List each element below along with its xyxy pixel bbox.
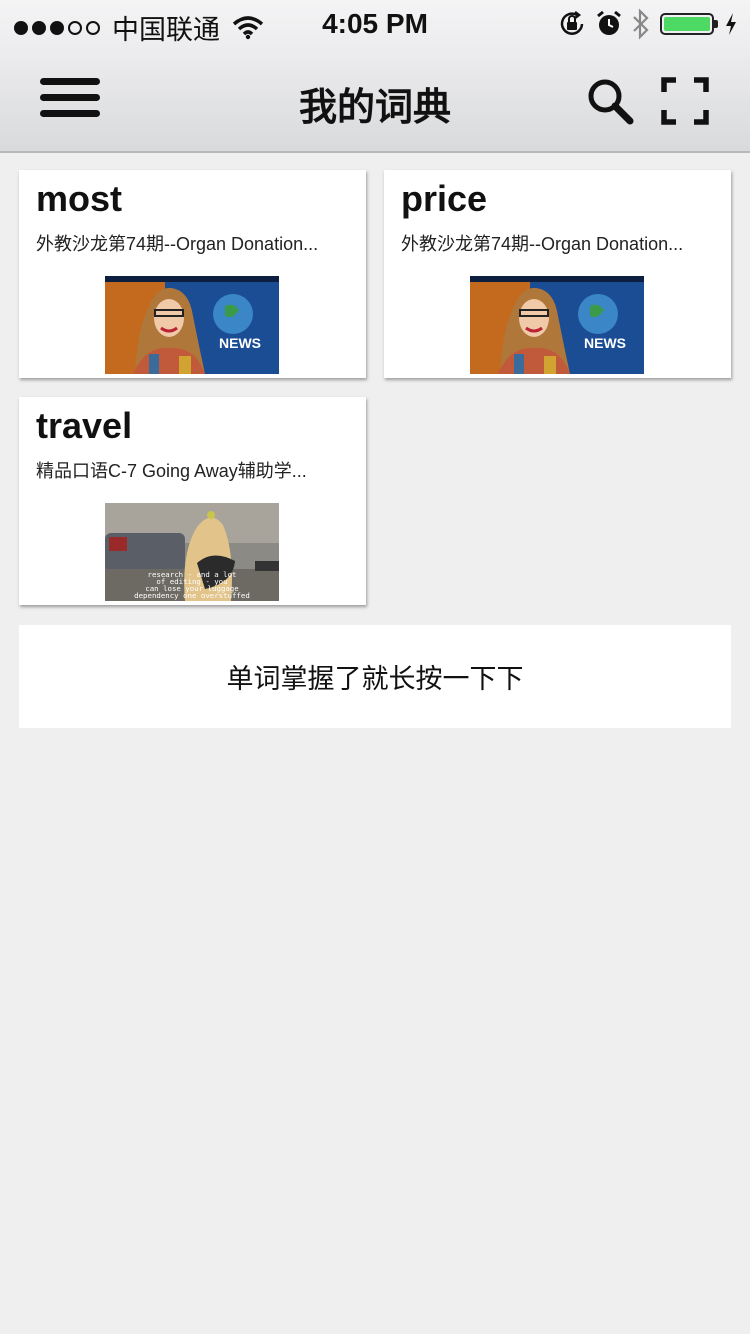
scan-icon[interactable] [661, 77, 709, 125]
menu-icon[interactable] [40, 78, 100, 124]
hint-banner: 单词掌握了就长按一下下 [19, 625, 731, 728]
navbar: 我的词典 [0, 52, 750, 153]
video-thumbnail: research - and a lot of editing - you ca… [105, 503, 279, 601]
word-card[interactable]: travel 精品口语C-7 Going Away辅助学... research… [19, 397, 366, 605]
battery-fill [664, 17, 710, 31]
status-right [548, 8, 738, 40]
status-bar: 中国联通 4:05 PM [0, 0, 750, 52]
search-icon[interactable] [586, 77, 636, 127]
bluetooth-icon [633, 8, 649, 40]
orientation-lock-icon [560, 11, 584, 35]
svg-text:dependency one overstuffed: dependency one overstuffed [134, 591, 250, 600]
card-source: 精品口语C-7 Going Away辅助学... [36, 461, 307, 481]
battery-icon [660, 13, 718, 35]
page-title: 我的词典 [298, 87, 451, 129]
word-card[interactable]: price 外教沙龙第74期--Organ Donation... NEWS [384, 170, 731, 378]
card-word: price [401, 178, 488, 219]
card-word: travel [36, 405, 133, 446]
word-card[interactable]: most 外教沙龙第74期--Organ Donation... NEWS [19, 170, 366, 378]
video-subtitles: research - and a lot of editing - you ca… [134, 570, 250, 600]
hint-text: 单词掌握了就长按一下下 [226, 664, 524, 694]
alarm-icon [597, 10, 621, 35]
video-thumbnail: NEWS [105, 276, 279, 374]
charging-icon [726, 13, 736, 35]
card-source: 外教沙龙第74期--Organ Donation... [401, 234, 684, 254]
svg-text:NEWS: NEWS [584, 335, 626, 351]
card-source: 外教沙龙第74期--Organ Donation... [36, 234, 319, 254]
card-word: most [36, 178, 123, 219]
video-thumbnail: NEWS [470, 276, 644, 374]
svg-text:NEWS: NEWS [219, 335, 261, 351]
